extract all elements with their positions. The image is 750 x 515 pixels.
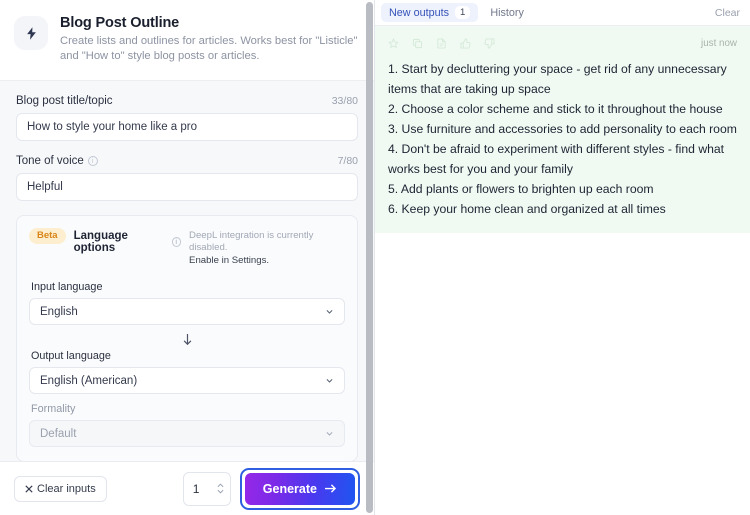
tone-field-counter: 7/80	[337, 155, 358, 167]
blog-title-input[interactable]: How to style your home like a pro	[16, 113, 358, 141]
output-text-body: 1. Start by decluttering your space - ge…	[388, 59, 737, 219]
clear-outputs-button[interactable]: Clear	[715, 7, 740, 19]
output-line: 2. Choose a color scheme and stick to it…	[388, 102, 723, 116]
output-empty-space	[375, 233, 750, 515]
footer-actions: 1 Generate	[182, 467, 360, 510]
formality-label: Formality	[31, 403, 76, 415]
output-panel: New outputs 1 History Clear just now 1. …	[375, 0, 750, 515]
document-icon[interactable]	[436, 37, 447, 49]
tone-field-label: Tone of voice i	[16, 155, 98, 167]
arrow-down-icon	[183, 334, 191, 346]
language-options-title-row: Language options i	[73, 230, 182, 254]
deepl-note: DeepL integration is currently disabled.…	[189, 229, 345, 267]
title-field-row: Blog post title/topic 33/80	[16, 95, 358, 107]
thumbs-down-icon[interactable]	[484, 37, 495, 49]
deepl-note-line1: DeepL integration is currently disabled.	[189, 230, 314, 253]
output-line: 6. Keep your home clean and organized at…	[388, 202, 666, 216]
tab-new-outputs-label: New outputs	[389, 6, 450, 19]
output-tabs-bar: New outputs 1 History Clear	[375, 0, 750, 26]
tab-new-outputs-badge: 1	[455, 6, 471, 19]
thumbs-up-icon[interactable]	[460, 37, 471, 49]
tab-new-outputs[interactable]: New outputs 1	[381, 3, 479, 22]
output-card-toolbar: just now	[388, 32, 737, 54]
template-header: Blog Post Outline Create lists and outli…	[0, 0, 374, 81]
language-options-header: Beta Language options i DeepL integratio…	[29, 228, 345, 267]
lightning-bolt-icon	[14, 16, 48, 50]
info-circle-icon[interactable]: i	[171, 237, 182, 247]
info-circle-icon[interactable]: i	[87, 156, 98, 166]
tone-of-voice-input[interactable]: Helpful	[16, 173, 358, 201]
tab-history[interactable]: History	[482, 4, 532, 22]
copy-icon[interactable]	[412, 38, 423, 49]
template-header-text: Blog Post Outline Create lists and outli…	[60, 14, 358, 64]
output-line: 1. Start by decluttering your space - ge…	[388, 62, 727, 96]
tab-history-label: History	[490, 6, 524, 19]
clear-inputs-button[interactable]: Clear inputs	[14, 475, 107, 502]
language-options-title: Language options	[73, 230, 128, 254]
beta-badge: Beta	[29, 228, 66, 244]
formality-select[interactable]: Default	[29, 420, 345, 447]
close-x-icon	[25, 484, 33, 493]
tone-field-row: Tone of voice i 7/80	[16, 155, 358, 167]
output-line: 3. Use furniture and accessories to add …	[388, 122, 737, 136]
chevron-down-icon	[326, 379, 333, 383]
language-options-card: Beta Language options i DeepL integratio…	[16, 215, 358, 461]
language-transfer-arrow	[29, 325, 345, 348]
formality-value: Default	[40, 427, 77, 440]
output-timestamp: just now	[701, 37, 737, 49]
output-language-label: Output language	[31, 350, 111, 362]
stepper-updown-icon[interactable]	[217, 483, 224, 494]
page-title: Blog Post Outline	[60, 15, 180, 31]
clear-inputs-label: Clear inputs	[37, 482, 96, 495]
arrow-right-icon	[325, 484, 337, 493]
chevron-down-icon	[326, 432, 333, 436]
language-options-heading-block: Language options i	[73, 228, 182, 254]
output-language-value: English (American)	[40, 374, 138, 387]
deepl-note-line2: Enable in Settings.	[189, 255, 270, 266]
input-language-label: Input language	[31, 281, 103, 293]
form-scroll-area: Blog post title/topic 33/80 How to style…	[0, 81, 374, 461]
input-language-value: English	[40, 305, 78, 318]
generate-button-focus-ring: Generate	[239, 467, 360, 510]
output-card: just now 1. Start by decluttering your s…	[375, 26, 750, 233]
output-count-value: 1	[192, 481, 200, 496]
output-line: 4. Don't be afraid to experiment with di…	[388, 142, 725, 176]
form-footer-bar: Clear inputs 1 Generate	[0, 461, 374, 515]
output-line: 5. Add plants or flowers to brighten up …	[388, 182, 654, 196]
template-description: Create lists and outlines for articles. …	[60, 35, 358, 62]
generate-label: Generate	[262, 481, 317, 496]
generate-button[interactable]: Generate	[244, 472, 355, 505]
app-root: Blog Post Outline Create lists and outli…	[0, 0, 750, 515]
tone-field-label-text: Tone of voice	[16, 155, 84, 167]
input-language-select[interactable]: English	[29, 298, 345, 325]
output-language-select[interactable]: English (American)	[29, 367, 345, 394]
output-count-stepper[interactable]: 1	[182, 471, 231, 506]
title-field-counter: 33/80	[331, 95, 358, 107]
template-form-panel: Blog Post Outline Create lists and outli…	[0, 0, 375, 515]
chevron-down-icon	[326, 310, 333, 314]
title-field-label: Blog post title/topic	[16, 95, 113, 107]
left-panel-scrollbar[interactable]	[366, 2, 373, 513]
star-icon[interactable]	[388, 37, 399, 49]
